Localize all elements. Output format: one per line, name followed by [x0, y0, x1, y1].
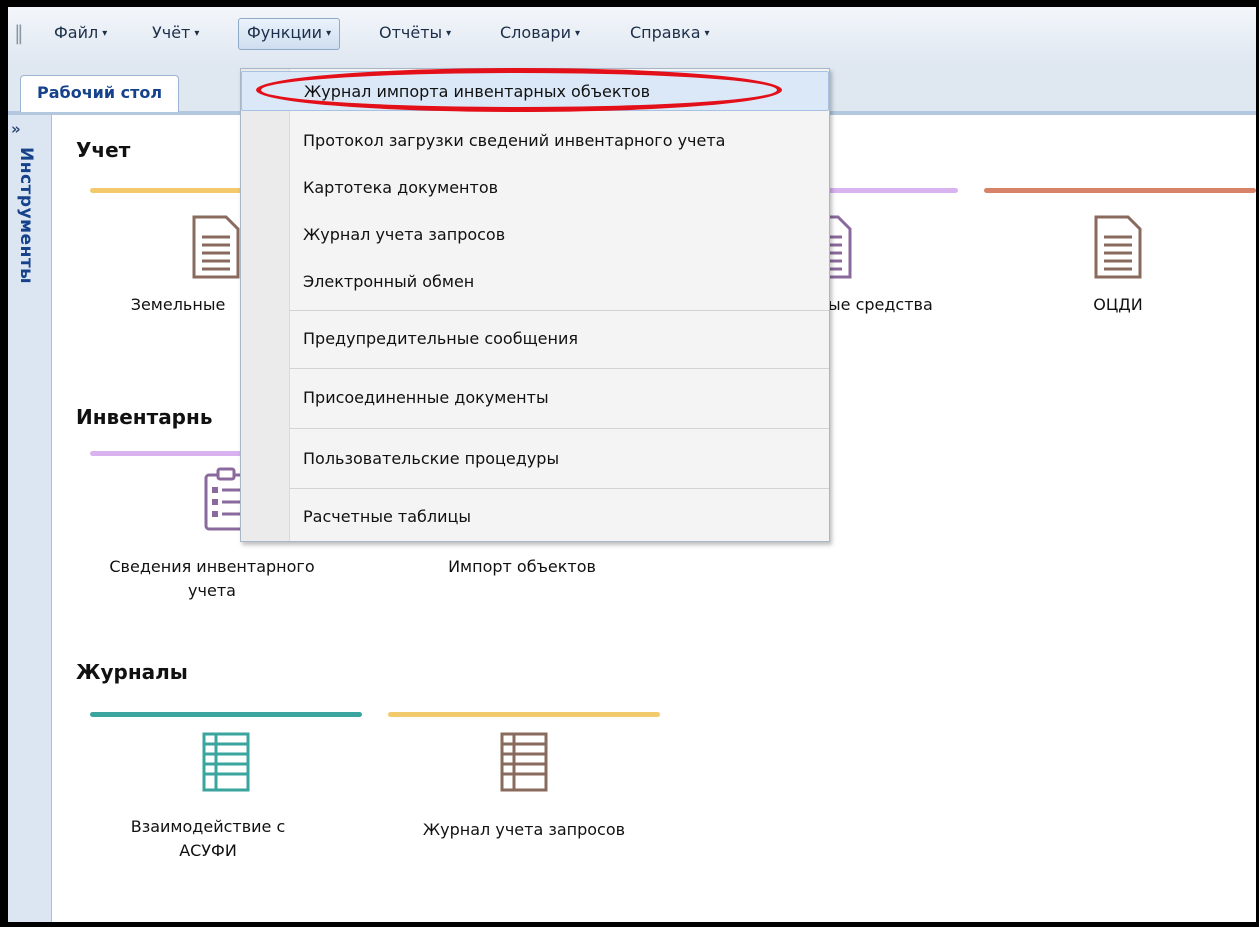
document-icon	[192, 215, 240, 279]
menu-accounting[interactable]: Учёт ▾	[144, 18, 207, 48]
document-icon	[1094, 215, 1142, 279]
menu-file-label: Файл	[54, 23, 99, 42]
card-label: ОЦДИ	[1093, 295, 1143, 314]
menu-item-label: Присоединенные документы	[303, 388, 549, 407]
menubar: ∥ Файл ▾ Учёт ▾ Функции ▾ Отчёты ▾ Словари ▾ …	[8, 7, 1256, 66]
menu-item-import-journal[interactable]: Журнал импорта инвентарных объектов	[241, 71, 829, 111]
menu-separator	[289, 310, 829, 311]
menu-accounting-label: Учёт	[152, 23, 191, 42]
tools-panel-label[interactable]: Инструменты	[16, 147, 36, 284]
table-icon	[202, 732, 250, 792]
section-title-journals: Журналы	[76, 660, 188, 684]
expand-panel-icon[interactable]: »	[11, 119, 31, 139]
card-label: Журнал учета запросов	[422, 820, 626, 839]
menu-item-label: Пользовательские процедуры	[303, 449, 560, 468]
menu-item-warnings[interactable]: Предупредительные сообщения	[241, 319, 829, 359]
menu-item-label: Протокол загрузки сведений инвентарного …	[303, 131, 726, 150]
menu-dictionaries-label: Словари	[500, 23, 571, 42]
menu-item-user-procedures[interactable]: Пользовательские процедуры	[241, 439, 829, 479]
chevron-down-icon: ▾	[446, 27, 452, 39]
menu-dictionaries[interactable]: Словари ▾	[492, 18, 588, 48]
card-label: ые средства	[828, 295, 933, 314]
menu-separator	[289, 428, 829, 429]
tab-desktop[interactable]: Рабочий стол	[20, 75, 180, 112]
chevron-down-icon: ▾	[574, 27, 581, 39]
card-accent-bar	[984, 188, 1256, 193]
menu-help[interactable]: Справка ▾	[622, 18, 718, 48]
menu-separator	[289, 488, 829, 489]
menu-item-load-protocol[interactable]: Протокол загрузки сведений инвентарного …	[241, 121, 829, 161]
menu-item-label: Расчетные таблицы	[303, 507, 472, 526]
menu-item-label: Картотека документов	[303, 178, 499, 197]
section-title-inventory: Инвентарнь	[76, 405, 213, 429]
menu-functions[interactable]: Функции ▾	[238, 18, 341, 50]
card-label: Земельные	[130, 295, 226, 314]
menu-file[interactable]: Файл ▾	[46, 18, 115, 48]
chevron-down-icon: ▾	[326, 27, 332, 39]
section-title-accounting: Учет	[76, 138, 131, 162]
chevron-down-icon: ▾	[102, 27, 108, 39]
menu-item-label: Электронный обмен	[303, 272, 475, 291]
menu-item-label: Журнал учета запросов	[303, 225, 506, 244]
chevron-down-icon: ▾	[704, 27, 710, 39]
menu-item-label: Журнал импорта инвентарных объектов	[304, 82, 651, 101]
functions-dropdown-menu: Журнал импорта инвентарных объектов Прот…	[240, 68, 830, 542]
menu-item-electronic-exchange[interactable]: Электронный обмен	[241, 262, 829, 302]
menu-help-label: Справка	[630, 23, 701, 42]
menu-item-request-journal[interactable]: Журнал учета запросов	[241, 215, 829, 255]
menu-reports[interactable]: Отчёты ▾	[371, 18, 459, 48]
table-icon	[500, 732, 548, 792]
menu-item-document-file[interactable]: Картотека документов	[241, 168, 829, 208]
card-label: Импорт объектов	[448, 557, 596, 576]
card-label: Взаимодействие с АСУФИ	[130, 817, 286, 860]
card-accent-bar	[388, 712, 660, 717]
menu-functions-label: Функции	[247, 23, 323, 42]
menu-item-attached-docs[interactable]: Присоединенные документы	[241, 378, 829, 418]
card-label: Сведения инвентарного учета	[109, 557, 315, 600]
app-logo-icon: ∥	[14, 21, 24, 45]
card-accent-bar	[90, 712, 362, 717]
menu-reports-label: Отчёты	[379, 23, 443, 42]
menu-separator	[289, 368, 829, 369]
chevron-down-icon: ▾	[194, 27, 200, 39]
menu-item-label: Предупредительные сообщения	[303, 329, 578, 348]
tools-side-panel: » Инструменты	[8, 115, 52, 922]
menu-item-calc-tables[interactable]: Расчетные таблицы	[241, 497, 829, 537]
